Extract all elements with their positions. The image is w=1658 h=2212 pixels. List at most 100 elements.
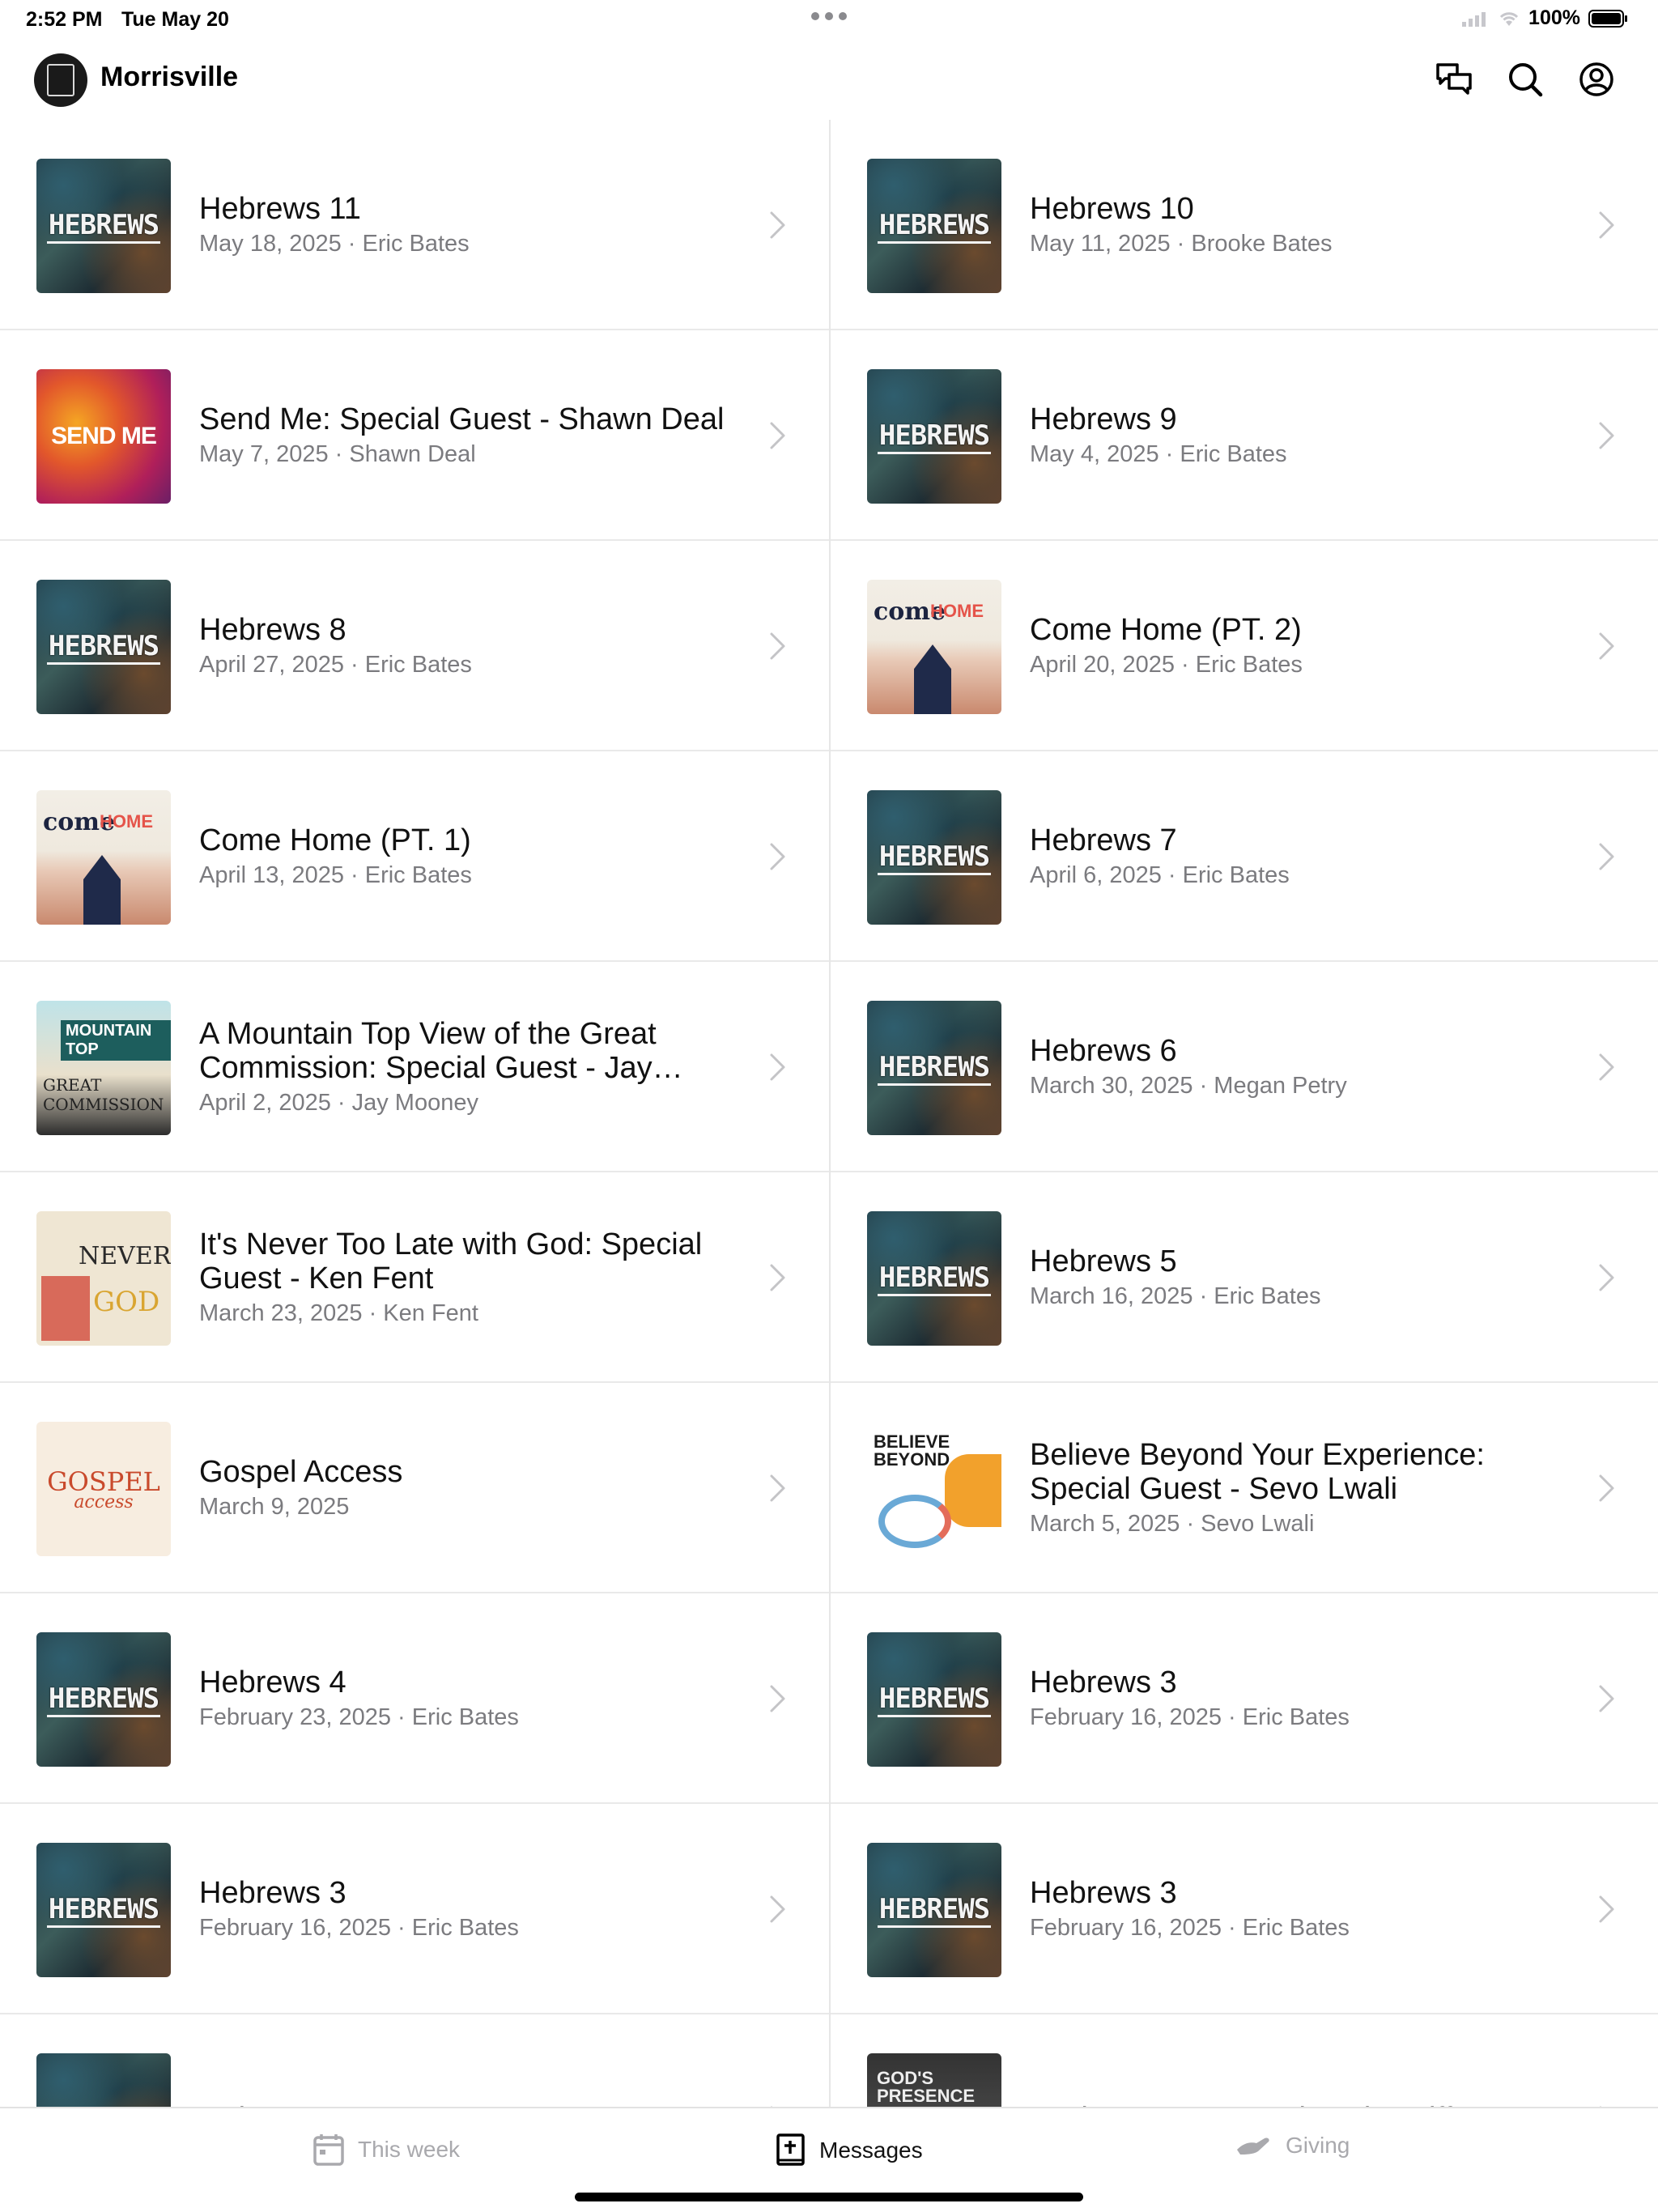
message-list-item[interactable]: BELIEVE BEYOND Believe Beyond Your Experie… (829, 1383, 1658, 1593)
battery-icon (1588, 9, 1627, 28)
message-list-item[interactable]: come HOME Come Home (PT. 2) April 20, 2025 … (829, 541, 1658, 751)
chevron-right-icon (1599, 1685, 1614, 1712)
message-text-group: Hebrews 3 February 16, 2025 · Eric Bates (1030, 1804, 1580, 2013)
tab-bar: This week Messages Giving (0, 2107, 1658, 2212)
chevron-right-icon (1599, 1474, 1614, 1502)
chevron-right-icon (770, 1895, 785, 1923)
message-subtitle: February 16, 2025 · Eric Bates (1030, 1914, 1350, 1941)
message-text-group: It's Never Too Late with God: Special Gu… (199, 1172, 750, 1381)
thumb-art-text: HEBREWS (877, 1051, 992, 1086)
status-bar: 2:52 PM Tue May 20 100% (0, 0, 1658, 37)
message-subtitle: April 2, 2025 · Jay Mooney (199, 1089, 478, 1116)
message-subtitle: February 16, 2025 · Eric Bates (1030, 1704, 1350, 1730)
tab-giving[interactable]: Giving (1235, 2133, 1350, 2159)
message-text-group: Hebrews 5 March 16, 2025 · Eric Bates (1030, 1172, 1580, 1381)
thumb-art-text: HEBREWS (877, 1261, 992, 1296)
message-title: Hebrews 7 (1030, 823, 1177, 857)
message-list-item[interactable]: HEBREWS Hebrews 3 February 16, 2025 · Eric… (829, 1593, 1658, 1804)
chevron-right-icon (1599, 1053, 1614, 1081)
message-list-item[interactable]: HEBREWS Hebrews 8 April 27, 2025 · Eric Ba… (0, 541, 829, 751)
message-thumbnail: HEBREWS (36, 1632, 171, 1767)
cellular-signal-icon (1462, 11, 1486, 27)
app-header: Morrisville (0, 37, 1658, 121)
message-list-item[interactable]: HEBREWS Hebrews 3 February 16, 2025 · Eric… (0, 1804, 829, 2014)
message-list-item[interactable]: NEVER GOD It's Never Too Late with God: Sp… (0, 1172, 829, 1383)
message-list-item[interactable]: come HOME Come Home (PT. 1) April 13, 2025 … (0, 751, 829, 962)
thumb-art-text: HEBREWS (877, 1893, 992, 1928)
message-thumbnail: GOD'S PRESENCE (867, 2053, 1001, 2107)
church-name[interactable]: Morrisville (100, 62, 238, 93)
message-text-group: Hebrews 7 April 6, 2025 · Eric Bates (1030, 751, 1580, 960)
message-title: Hebrews 3 (199, 1875, 346, 1910)
tab-label-this-week: This week (358, 2137, 461, 2162)
message-thumbnail: come HOME (36, 790, 171, 925)
message-thumbnail: HEBREWS (867, 790, 1001, 925)
chat-icon[interactable] (1430, 55, 1478, 104)
thumb-art-text: HEBREWS (46, 209, 161, 244)
chevron-right-icon (770, 1053, 785, 1081)
home-indicator[interactable] (575, 2193, 1083, 2201)
message-list-item[interactable]: HEBREWS Hebrews 9 May 4, 2025 · Eric Bates (829, 330, 1658, 541)
tab-messages[interactable]: Messages (776, 2133, 923, 2168)
message-list-item[interactable]: HEBREWS Hebrews 5 March 16, 2025 · Eric Ba… (829, 1172, 1658, 1383)
message-list-item[interactable]: GOD'SPRESENCE God's Presence Makes the Di… (829, 2014, 1658, 2107)
message-thumbnail: HEBREWS (867, 1001, 1001, 1135)
message-list-item[interactable]: HEBREWS Hebrews 2 (0, 2014, 829, 2107)
message-title: Hebrews 3 (1030, 1665, 1177, 1699)
message-title: It's Never Too Late with God: Special Gu… (199, 1227, 703, 1295)
thumb-art-text: HEBREWS (46, 1682, 161, 1717)
message-title: Hebrews 9 (1030, 402, 1177, 436)
chevron-right-icon (770, 632, 785, 660)
message-subtitle: May 7, 2025 · Shawn Deal (199, 440, 476, 467)
message-list-item[interactable]: HEBREWS Hebrews 6 March 30, 2025 · Megan P… (829, 962, 1658, 1172)
tab-this-week[interactable]: This week (312, 2133, 460, 2167)
search-icon[interactable] (1501, 55, 1550, 104)
chevron-right-icon (770, 1264, 785, 1291)
message-title: Come Home (PT. 2) (1030, 612, 1302, 647)
message-title: A Mountain Top View of the Great Commiss… (199, 1016, 657, 1085)
thumb-art-text: BELIEVE BEYOND (874, 1431, 950, 1470)
message-list-item[interactable]: HEBREWS Hebrews 4 February 23, 2025 · Eric… (0, 1593, 829, 1804)
message-text-group: Hebrews 4 February 23, 2025 · Eric Bates (199, 1593, 750, 1802)
message-title: Believe Beyond Your Experience: Special … (1030, 1437, 1485, 1506)
profile-icon[interactable] (1572, 55, 1621, 104)
message-list-item[interactable]: HEBREWS Hebrews 3 February 16, 2025 · Eric… (829, 1804, 1658, 2014)
message-thumbnail: GOSPEL access (36, 1422, 171, 1556)
message-list-item[interactable]: GOSPEL access Gospel Access March 9, 2025 (0, 1383, 829, 1593)
message-title: Hebrews 11 (199, 191, 361, 226)
message-text-group: Hebrews 11 May 18, 2025 · Eric Bates (199, 120, 750, 329)
wifi-icon (1499, 11, 1519, 26)
thumb-art-text: HEBREWS (877, 209, 992, 244)
message-text-group: Hebrews 6 March 30, 2025 · Megan Petry (1030, 962, 1580, 1171)
messages-list[interactable]: HEBREWS Hebrews 11 May 18, 2025 · Eric Bat… (0, 120, 1658, 2107)
message-list-item[interactable]: HEBREWS Hebrews 11 May 18, 2025 · Eric Bat… (0, 120, 829, 330)
message-subtitle: May 4, 2025 · Eric Bates (1030, 440, 1287, 467)
chevron-right-icon (1599, 422, 1614, 449)
message-subtitle: February 23, 2025 · Eric Bates (199, 1704, 519, 1730)
chevron-right-icon (770, 843, 785, 870)
multitasking-dots-icon[interactable] (810, 8, 848, 24)
message-list-item[interactable]: MOUNTAIN TOP GREAT COMMISSION A Mountain T… (0, 962, 829, 1172)
message-subtitle: April 13, 2025 · Eric Bates (199, 861, 472, 888)
battery-percent: 100% (1528, 6, 1580, 29)
message-subtitle: February 16, 2025 · Eric Bates (199, 1914, 519, 1941)
message-title: Hebrews 4 (199, 1665, 346, 1699)
message-thumbnail: HEBREWS (36, 580, 171, 714)
message-thumbnail: come HOME (867, 580, 1001, 714)
thumb-art-text: HEBREWS (46, 1893, 161, 1928)
chevron-right-icon (1599, 843, 1614, 870)
message-text-group: Come Home (PT. 1) April 13, 2025 · Eric B… (199, 751, 750, 960)
thumb-art-text: GOD'S PRESENCE (877, 2068, 976, 2106)
status-date: Tue May 20 (121, 8, 229, 31)
message-thumbnail: HEBREWS (867, 1632, 1001, 1767)
message-title: Hebrews 5 (1030, 1244, 1177, 1278)
message-thumbnail: HEBREWS (867, 369, 1001, 504)
message-subtitle: March 9, 2025 (199, 1493, 350, 1520)
message-text-group: A Mountain Top View of the Great Commiss… (199, 962, 750, 1171)
message-list-item[interactable]: SEND ME Send Me: Special Guest - Shawn De… (0, 330, 829, 541)
message-text-group: Believe Beyond Your Experience: Special … (1030, 1383, 1580, 1592)
thumb-art-text: HEBREWS (877, 419, 992, 454)
church-logo[interactable] (34, 53, 87, 107)
message-list-item[interactable]: HEBREWS Hebrews 7 April 6, 2025 · Eric Bat… (829, 751, 1658, 962)
message-list-item[interactable]: HEBREWS Hebrews 10 May 11, 2025 · Brooke B… (829, 120, 1658, 330)
